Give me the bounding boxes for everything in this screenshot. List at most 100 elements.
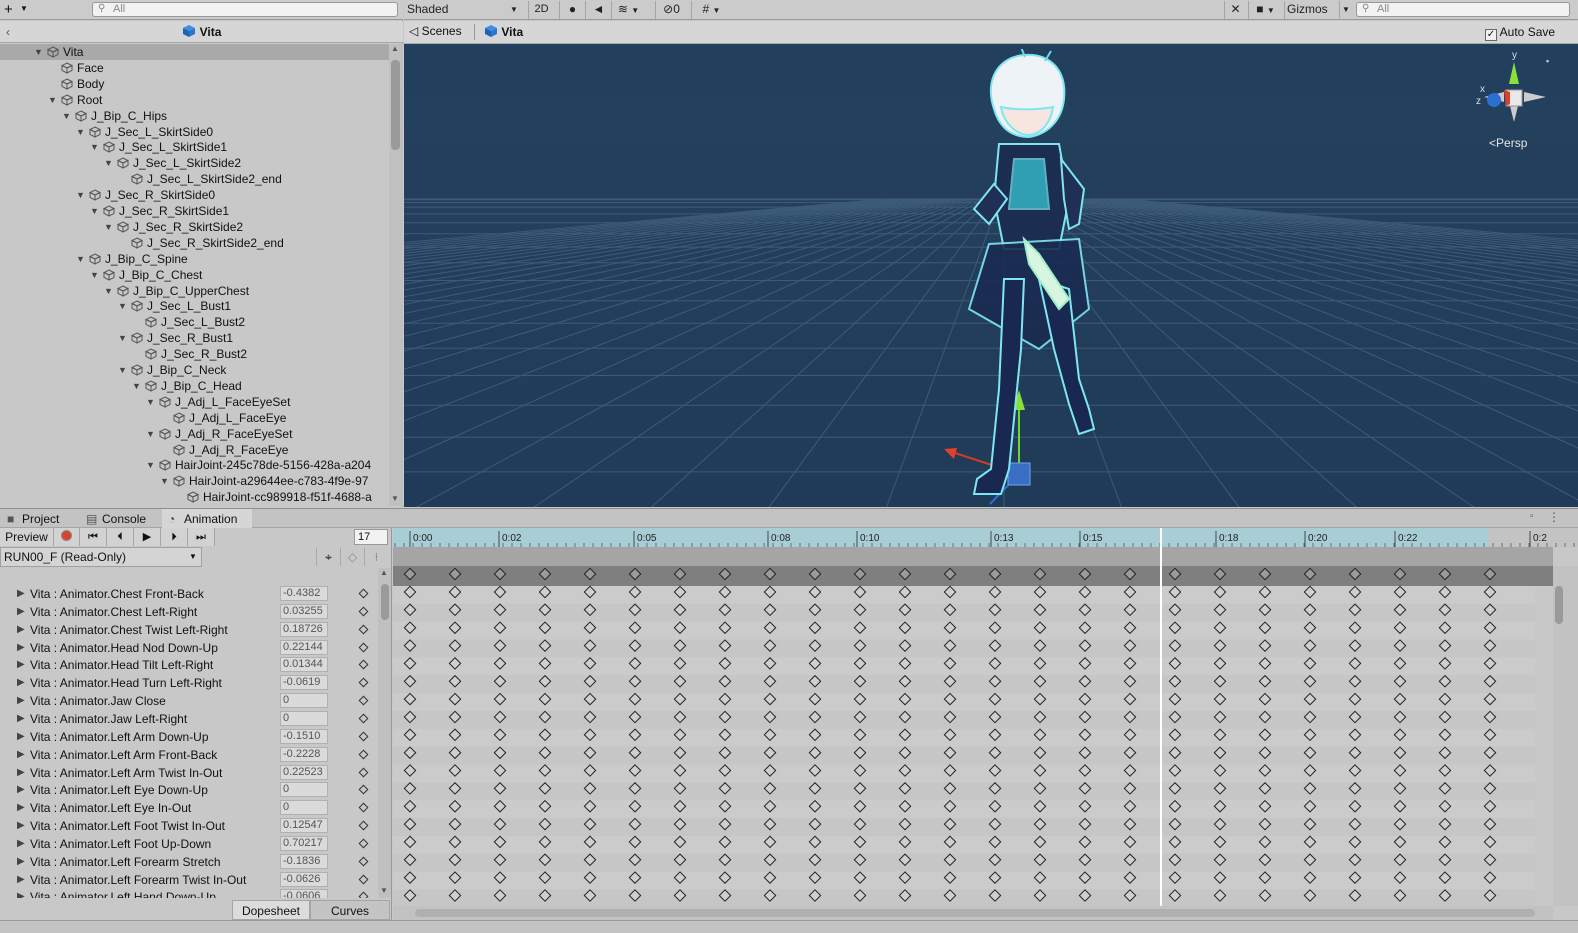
hierarchy-item[interactable]: J_Adj_L_FaceEye <box>0 410 389 426</box>
audio-toggle[interactable]: ◄ <box>585 1 611 19</box>
expand-arrow-icon[interactable]: ▶ <box>17 585 25 603</box>
auto-save-toggle[interactable]: ✓ Auto Save <box>1485 25 1555 41</box>
property-value-field[interactable]: 0.22523 <box>280 764 328 780</box>
property-row[interactable]: ▶ Vita : Animator.Left Forearm Stretch -0.… <box>0 853 378 871</box>
expand-arrow-icon[interactable]: ▼ <box>146 394 155 410</box>
property-row[interactable]: ▶ Vita : Animator.Left Forearm Twist In-O… <box>0 871 378 889</box>
property-row[interactable]: ▶ Vita : Animator.Left Arm Down-Up -0.1510 <box>0 728 378 746</box>
scene-search-input[interactable]: ⚲ All <box>1356 2 1570 17</box>
hierarchy-item[interactable]: ▼ J_Sec_L_SkirtSide0 <box>0 124 389 140</box>
property-row[interactable]: ▶ Vita : Animator.Chest Left-Right 0.03255 <box>0 603 378 621</box>
hierarchy-item[interactable]: ▼ J_Sec_L_Bust1 <box>0 298 389 314</box>
tools-button[interactable]: ✕ <box>1224 1 1246 19</box>
keyframe-diamond-icon[interactable] <box>358 838 369 849</box>
keyframe-diamond-icon[interactable] <box>358 856 369 867</box>
keyframe-diamond-icon[interactable] <box>358 767 369 777</box>
keyframe-diamond-icon[interactable] <box>358 874 369 885</box>
expand-arrow-icon[interactable]: ▼ <box>62 108 71 124</box>
expand-arrow-icon[interactable]: ▶ <box>17 888 25 898</box>
keyframe-diamond-icon[interactable] <box>358 659 369 670</box>
current-frame-input[interactable]: 17 <box>354 529 388 545</box>
expand-arrow-icon[interactable]: ▼ <box>118 362 127 378</box>
property-value-field[interactable]: 0.12547 <box>280 818 328 834</box>
keyframe-diamond-icon[interactable] <box>358 677 369 688</box>
property-value-field[interactable]: 0 <box>280 782 328 798</box>
property-row[interactable]: ▶ Vita : Animator.Head Turn Left-Right -0.… <box>0 674 378 692</box>
hierarchy-item[interactable]: ▼ J_Sec_L_SkirtSide1 <box>0 139 389 155</box>
hierarchy-item[interactable]: ▼ J_Sec_L_SkirtSide2 <box>0 155 389 171</box>
property-row[interactable]: ▶ Vita : Animator.Left Eye Down-Up 0 <box>0 781 378 799</box>
timeline-h-scroll-thumb[interactable] <box>415 909 1535 917</box>
expand-arrow-icon[interactable]: ▼ <box>118 330 127 346</box>
expand-arrow-icon[interactable]: ▼ <box>90 267 99 283</box>
expand-arrow-icon[interactable]: ▶ <box>17 692 25 710</box>
scene-viewport[interactable]: y x z ▪ <Persp <box>404 44 1578 507</box>
expand-arrow-icon[interactable]: ▼ <box>132 378 141 394</box>
expand-arrow-icon[interactable]: ▶ <box>17 799 25 817</box>
first-keyframe-button[interactable]: ⏮ <box>80 528 107 546</box>
expand-arrow-icon[interactable]: ▶ <box>17 835 25 853</box>
property-row[interactable]: ▶ Vita : Animator.Head Nod Down-Up 0.22144 <box>0 639 378 657</box>
property-value-field[interactable]: 0.18726 <box>280 621 328 637</box>
toggle-2d-button[interactable]: 2D <box>528 1 554 19</box>
z-axis-cone[interactable] <box>1487 93 1501 107</box>
keyframe-diamond-icon[interactable] <box>358 588 369 599</box>
keyframe-diamond-icon[interactable] <box>358 713 369 724</box>
expand-arrow-icon[interactable]: ▼ <box>90 203 99 219</box>
expand-arrow-icon[interactable]: ▼ <box>160 473 169 489</box>
lighting-toggle[interactable]: ● <box>559 1 585 19</box>
hierarchy-item[interactable]: ▼ J_Bip_C_Hips <box>0 108 389 124</box>
camera-settings-button[interactable]: ■ ▼ <box>1248 1 1282 19</box>
property-scroll-thumb[interactable] <box>381 584 389 620</box>
property-value-field[interactable]: 0.01344 <box>280 657 328 673</box>
property-value-field[interactable]: 0 <box>280 693 328 709</box>
property-value-field[interactable]: -0.4382 <box>280 586 328 601</box>
keyframe-diamond-icon[interactable] <box>358 784 369 795</box>
hierarchy-item[interactable]: Face <box>0 60 389 76</box>
hierarchy-item[interactable]: ▼ J_Sec_R_SkirtSide2 <box>0 219 389 235</box>
expand-arrow-icon[interactable]: ▼ <box>146 426 155 442</box>
hierarchy-item[interactable]: ▼ J_Bip_C_Chest <box>0 267 389 283</box>
prev-keyframe-button[interactable]: ⏴ <box>107 528 134 546</box>
keyframe-diamond-icon[interactable] <box>358 695 369 706</box>
expand-arrow-icon[interactable]: ▼ <box>118 298 127 314</box>
tab-console[interactable]: ▤ Console <box>80 509 162 529</box>
hierarchy-item[interactable]: ▼ HairJoint-245c78de-5156-428a-a204 <box>0 457 389 473</box>
hierarchy-item[interactable]: Body <box>0 76 389 92</box>
expand-arrow-icon[interactable]: ▼ <box>146 457 155 473</box>
property-scrollbar[interactable]: ▲ ▼ <box>378 568 391 898</box>
grid-toggle[interactable]: # ▼ <box>691 1 731 19</box>
keyframe-diamond-icon[interactable] <box>358 606 369 617</box>
property-row[interactable]: ▶ Vita : Animator.Left Foot Twist In-Out 0… <box>0 817 378 835</box>
expand-arrow-icon[interactable]: ▶ <box>17 728 25 746</box>
tab-animation[interactable]: ◔ Animation <box>162 509 252 529</box>
property-value-field[interactable]: -0.1836 <box>280 853 328 869</box>
create-button[interactable]: + ▼ <box>4 0 34 20</box>
property-value-field[interactable]: -0.1510 <box>280 728 328 744</box>
preview-toggle[interactable]: Preview <box>0 528 54 546</box>
character-model[interactable] <box>929 49 1129 499</box>
scroll-up-icon[interactable]: ▲ <box>391 44 399 53</box>
prefab-breadcrumb[interactable]: Vita <box>484 24 523 39</box>
hierarchy-item[interactable]: J_Sec_R_SkirtSide2_end <box>0 235 389 251</box>
back-icon[interactable]: ‹ <box>6 21 10 43</box>
clip-dropdown[interactable]: RUN00_F (Read-Only) ▼ <box>0 547 202 567</box>
hierarchy-item[interactable]: ▼ J_Bip_C_Spine <box>0 251 389 267</box>
expand-arrow-icon[interactable]: ▼ <box>34 44 43 60</box>
hierarchy-item[interactable]: ▼ Vita <box>0 44 389 60</box>
hierarchy-item[interactable]: HairJoint-cc989918-f51f-4688-a <box>0 489 389 505</box>
hierarchy-item[interactable]: ▼ J_Bip_C_Neck <box>0 362 389 378</box>
last-keyframe-button[interactable]: ⏭ <box>188 528 215 546</box>
filter-by-selection-button[interactable]: ⌖ <box>316 548 340 566</box>
more-options-icon[interactable]: ⋮ <box>1548 510 1560 524</box>
property-value-field[interactable]: -0.0626 <box>280 871 328 887</box>
dopesheet-grid[interactable]: 0:00 0:02 0:05 0:08 0:10 0:13 0:15 0:18 0:20 0:22… <box>393 528 1578 933</box>
hierarchy-item[interactable]: ▼ Root <box>0 92 389 108</box>
expand-arrow-icon[interactable]: ▶ <box>17 781 25 799</box>
property-row[interactable]: ▶ Vita : Animator.Left Arm Front-Back -0.2… <box>0 746 378 764</box>
hierarchy-item[interactable]: ▼ J_Adj_R_FaceEyeSet <box>0 426 389 442</box>
hierarchy-item[interactable]: ▼ J_Sec_R_SkirtSide1 <box>0 203 389 219</box>
keyframe-diamond-icon[interactable] <box>358 642 369 652</box>
property-row[interactable]: ▶ Vita : Animator.Chest Front-Back -0.4382 <box>0 585 378 603</box>
expand-arrow-icon[interactable]: ▶ <box>17 674 25 692</box>
